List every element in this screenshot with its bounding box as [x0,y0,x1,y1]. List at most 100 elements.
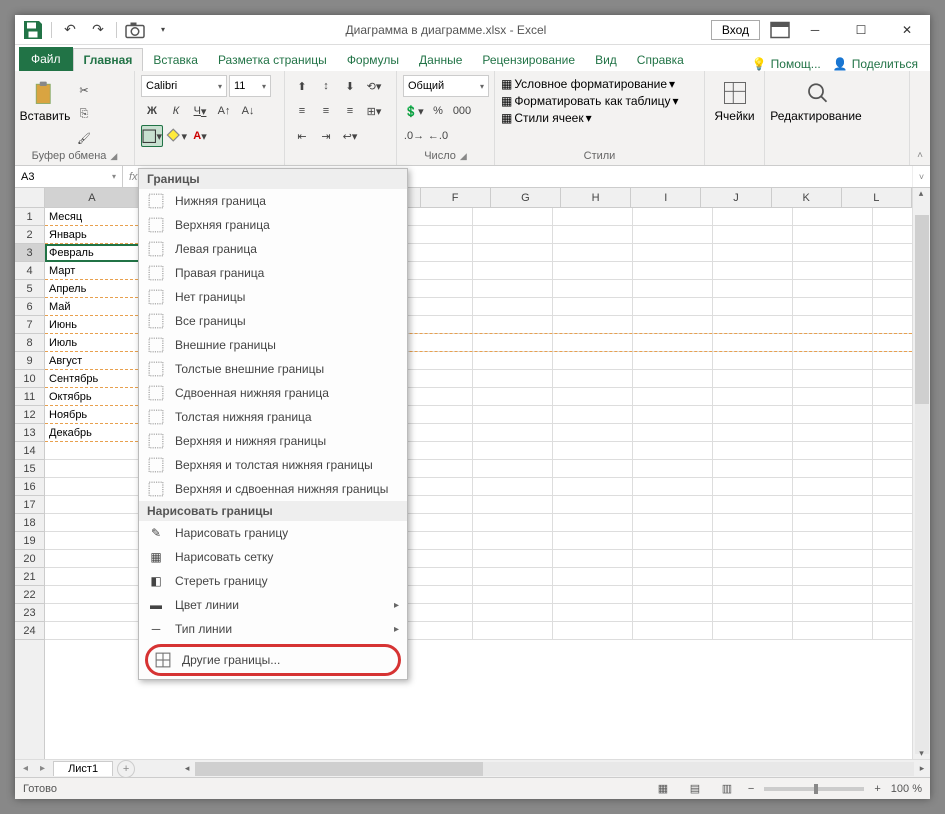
cell[interactable] [553,586,633,604]
cell[interactable] [633,550,713,568]
comma-icon[interactable]: 000 [451,100,473,122]
cell[interactable] [793,406,873,424]
row-header[interactable]: 24 [15,622,44,640]
cell[interactable]: Август [45,352,153,370]
format-as-table-button[interactable]: ▦ Форматировать как таблицу ▾ [501,94,679,108]
cell[interactable] [553,226,633,244]
cell[interactable] [633,352,713,370]
row-header[interactable]: 17 [15,496,44,514]
format-painter-icon[interactable]: 🖌 [73,127,95,149]
cell[interactable] [793,334,873,352]
font-name-combo[interactable]: Calibri▾ [141,75,227,97]
tab-insert[interactable]: Вставка [143,49,208,71]
borders-menu-item[interactable]: Верхняя граница [139,213,407,237]
cell[interactable]: Май [45,298,153,316]
borders-menu-item[interactable]: ─Тип линии [139,617,407,641]
cell[interactable] [473,586,553,604]
cell[interactable] [793,622,873,640]
minimize-button[interactable]: ─ [792,15,838,45]
column-header[interactable]: H [561,188,631,207]
cell[interactable] [793,478,873,496]
cell[interactable] [713,568,793,586]
cell[interactable] [793,280,873,298]
row-header[interactable]: 23 [15,604,44,622]
cell[interactable] [553,316,633,334]
launcher-icon[interactable]: ◢ [110,151,117,162]
align-left-icon[interactable]: ≡ [291,100,313,122]
cell[interactable] [45,622,153,640]
borders-menu-item[interactable]: Сдвоенная нижняя граница [139,381,407,405]
cell[interactable] [553,352,633,370]
cell[interactable] [633,514,713,532]
row-header[interactable]: 5 [15,280,44,298]
cell[interactable]: Апрель [45,280,153,298]
tab-view[interactable]: Вид [585,49,627,71]
row-header[interactable]: 22 [15,586,44,604]
cell[interactable] [473,388,553,406]
expand-formula-bar-icon[interactable]: ˅ [912,166,930,187]
cell[interactable] [713,244,793,262]
sheet-nav-prev-icon[interactable]: ◂ [19,763,32,774]
cell[interactable] [633,388,713,406]
redo-icon[interactable]: ↷ [86,18,110,42]
cell[interactable] [713,388,793,406]
cell[interactable]: Сентябрь [45,370,153,388]
cell[interactable] [45,514,153,532]
paste-button[interactable]: Вставить [21,75,69,123]
cell[interactable] [713,352,793,370]
cell[interactable] [553,460,633,478]
cell[interactable] [473,352,553,370]
cell[interactable] [473,370,553,388]
cell[interactable] [473,532,553,550]
row-header[interactable]: 14 [15,442,44,460]
cell[interactable] [713,622,793,640]
cell[interactable] [713,442,793,460]
cell[interactable] [713,514,793,532]
cell[interactable] [793,388,873,406]
qat-customize-icon[interactable]: ▾ [151,18,175,42]
row-header[interactable]: 16 [15,478,44,496]
borders-menu-item[interactable]: Внешние границы [139,333,407,357]
launcher-icon[interactable]: ◢ [460,151,467,162]
borders-menu-item[interactable]: Верхняя и сдвоенная нижняя границы [139,477,407,501]
cell[interactable] [45,460,153,478]
cell[interactable] [793,604,873,622]
decrease-indent-icon[interactable]: ⇤ [291,125,313,147]
column-header[interactable]: G [491,188,561,207]
cell[interactable] [553,262,633,280]
cell[interactable] [713,550,793,568]
cell[interactable] [793,532,873,550]
cell[interactable] [633,586,713,604]
row-header[interactable]: 19 [15,532,44,550]
cell[interactable] [713,424,793,442]
borders-menu-item[interactable]: Нижняя граница [139,189,407,213]
cell[interactable] [473,442,553,460]
cell[interactable] [473,226,553,244]
borders-menu-item[interactable]: Толстые внешние границы [139,357,407,381]
zoom-in-icon[interactable]: + [874,783,880,795]
row-header[interactable]: 9 [15,352,44,370]
sheet-tab[interactable]: Лист1 [53,761,113,776]
grow-font-icon[interactable]: A↑ [213,100,235,122]
row-header[interactable]: 10 [15,370,44,388]
tab-layout[interactable]: Разметка страницы [208,49,337,71]
increase-decimal-icon[interactable]: .0→ [403,125,425,147]
cell[interactable] [473,316,553,334]
row-header[interactable]: 15 [15,460,44,478]
cell[interactable] [473,478,553,496]
cell[interactable] [633,334,713,352]
align-right-icon[interactable]: ≡ [339,100,361,122]
tab-home[interactable]: Главная [73,48,144,71]
cell[interactable] [633,460,713,478]
tell-me[interactable]: 💡 Помощ... [752,57,821,71]
cell[interactable] [473,208,553,226]
cell[interactable] [473,262,553,280]
cell[interactable] [45,442,153,460]
cell[interactable]: Март [45,262,153,280]
align-top-icon[interactable]: ⬆ [291,75,313,97]
merge-icon[interactable]: ⊞▾ [363,100,385,122]
cell[interactable] [473,424,553,442]
column-header[interactable]: L [842,188,912,207]
cell[interactable] [713,208,793,226]
cell[interactable] [793,496,873,514]
